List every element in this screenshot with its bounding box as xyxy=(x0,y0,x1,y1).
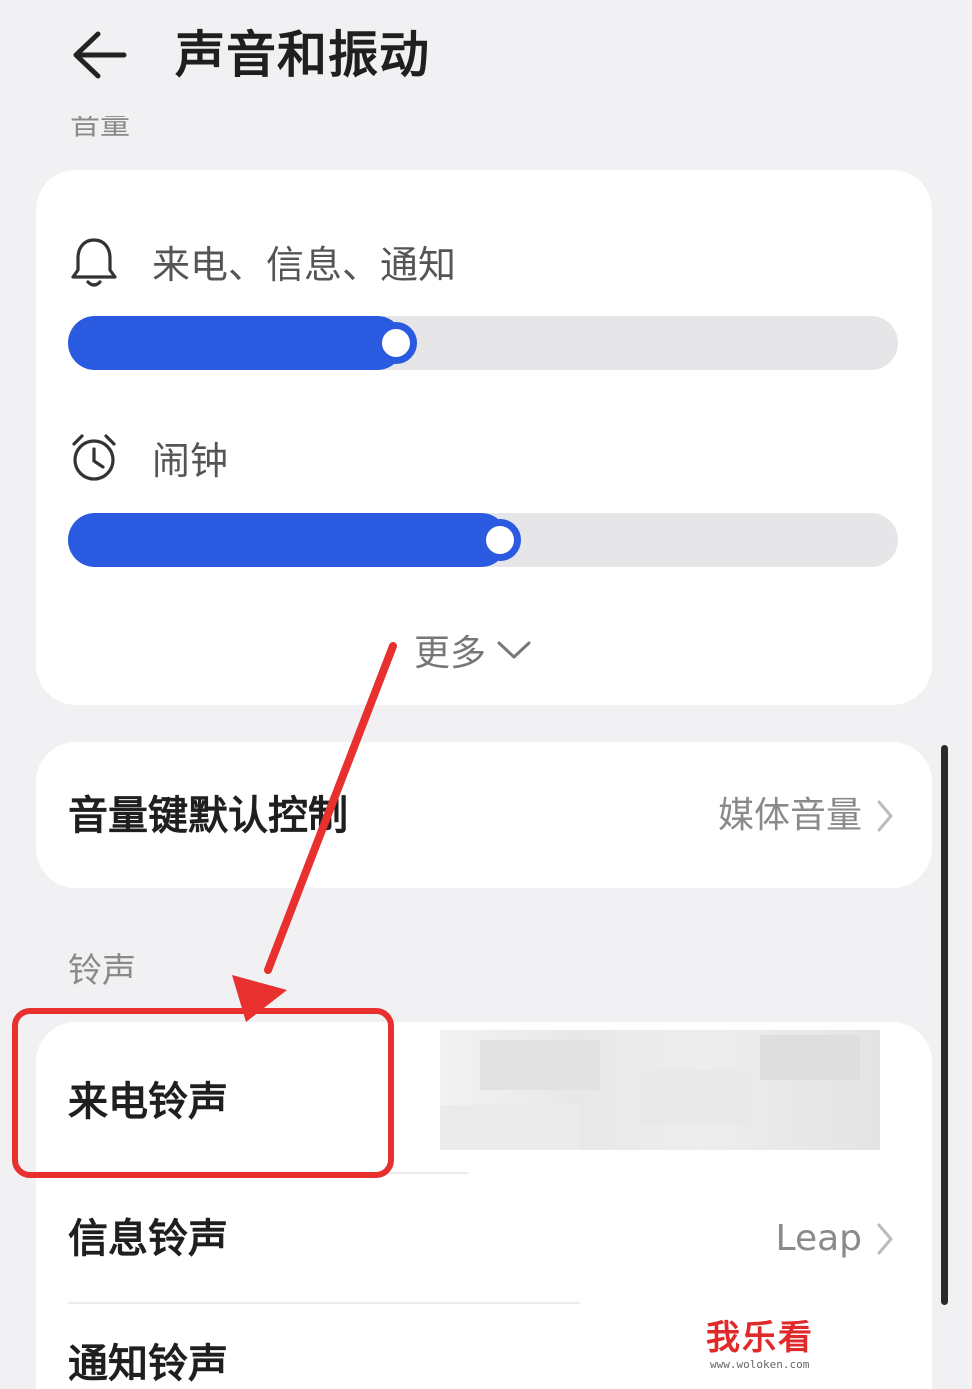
arrow-left-icon xyxy=(73,31,127,79)
message-ringtone-value-text: Leap xyxy=(775,1218,862,1259)
sound-vibration-screen: 声音和振动 音量 来电、信息、通知 闹钟 更多 音量键默认控制 媒体音量 铃声 … xyxy=(0,0,972,1389)
chevron-right-icon xyxy=(877,800,893,832)
highlight-box xyxy=(12,1008,394,1178)
scrollbar[interactable] xyxy=(941,745,948,1305)
alarm-volume-slider[interactable] xyxy=(68,513,898,567)
alarm-clock-icon xyxy=(66,430,122,486)
ring-volume-fill xyxy=(68,316,405,370)
volume-section-label: 音量 xyxy=(70,116,130,142)
message-ringtone-value: Leap xyxy=(776,1213,894,1265)
ring-volume-label: 来电、信息、通知 xyxy=(152,243,457,287)
notification-ringtone[interactable]: 通知铃声 xyxy=(68,1338,228,1389)
message-ringtone[interactable]: 信息铃声 xyxy=(68,1213,228,1265)
divider xyxy=(68,1302,580,1304)
back-button[interactable] xyxy=(62,20,136,90)
more-button[interactable]: 更多 xyxy=(414,622,532,678)
bell-icon xyxy=(66,234,122,290)
chevron-down-icon xyxy=(497,641,531,659)
chevron-right-icon xyxy=(877,1223,893,1255)
volume-keys-label: 音量键默认控制 xyxy=(68,793,348,839)
watermark-text: 我乐看 xyxy=(706,1318,814,1358)
page-title: 声音和振动 xyxy=(175,26,430,84)
watermark-url: www.woloken.com xyxy=(710,1358,810,1371)
more-label: 更多 xyxy=(414,633,487,674)
alarm-volume-label: 闹钟 xyxy=(152,439,229,483)
ringtone-group-title: 铃声 xyxy=(68,951,136,991)
ring-volume-knob[interactable] xyxy=(375,322,418,364)
watermark-logo: 我乐看 www.woloken.com xyxy=(706,1318,834,1378)
volume-keys-value-text: 媒体音量 xyxy=(717,795,862,836)
ring-volume-slider[interactable] xyxy=(68,316,898,370)
volume-section-title: 音量 xyxy=(70,116,142,142)
redacted-value xyxy=(440,1030,880,1150)
alarm-volume-knob[interactable] xyxy=(478,519,521,561)
volume-keys-value: 媒体音量 xyxy=(718,790,894,842)
alarm-volume-fill xyxy=(68,513,508,567)
